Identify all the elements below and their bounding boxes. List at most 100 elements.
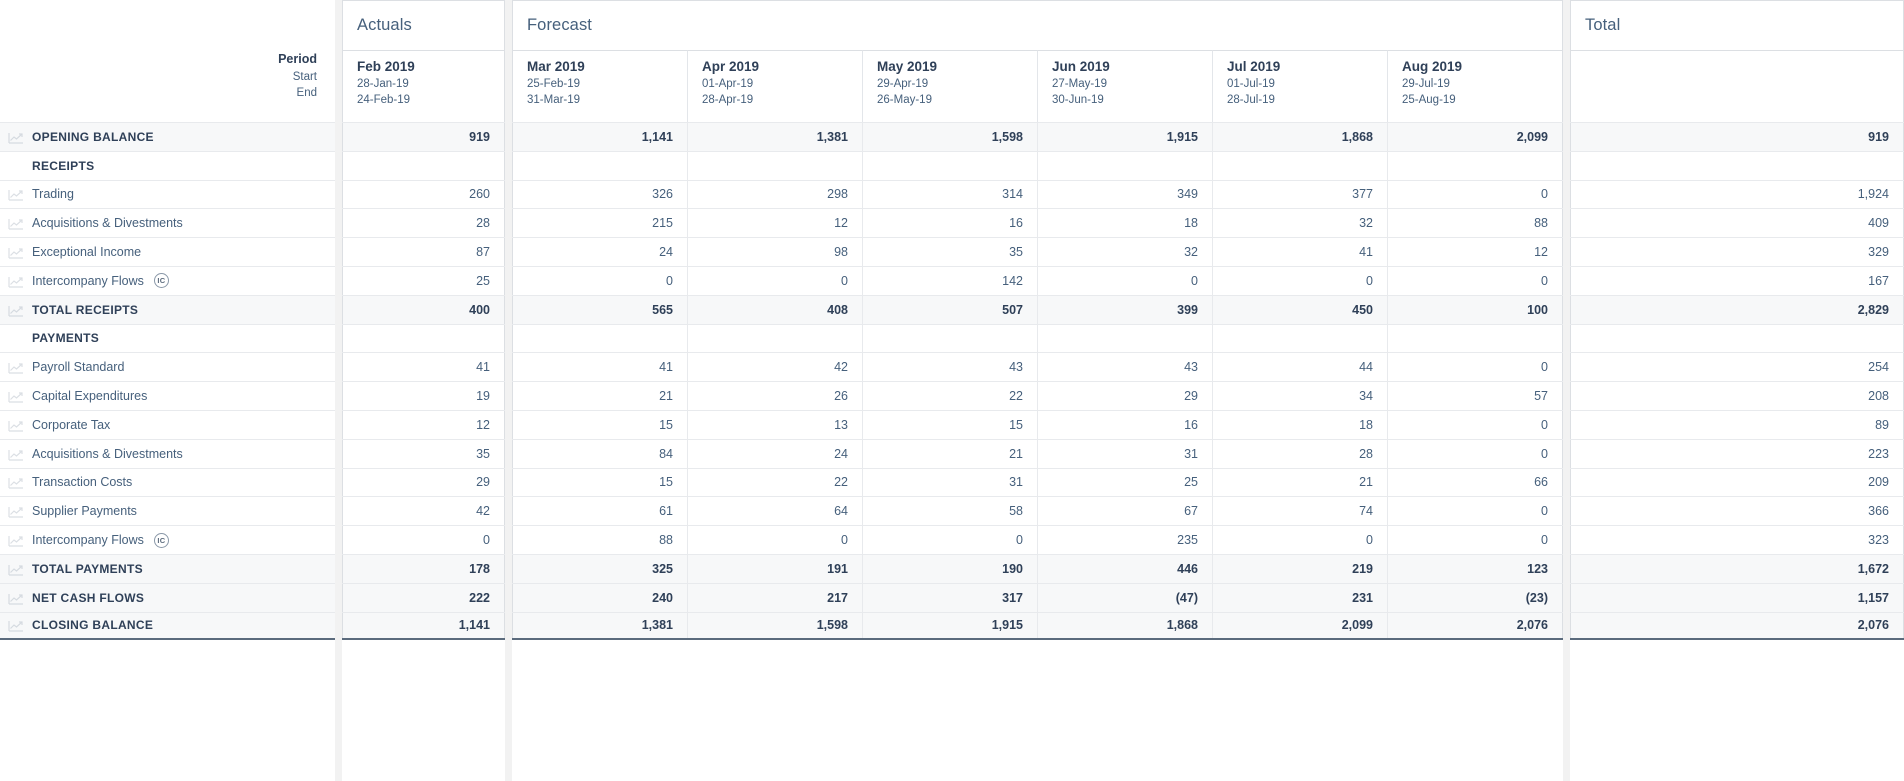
value-cell[interactable] bbox=[1212, 151, 1387, 180]
value-cell[interactable]: 66 bbox=[1387, 468, 1563, 497]
value-cell[interactable]: 208 bbox=[1570, 382, 1904, 410]
value-cell[interactable]: 235 bbox=[1037, 526, 1212, 554]
value-cell[interactable]: 64 bbox=[687, 497, 862, 526]
table-row-label[interactable]: Exceptional Income bbox=[0, 237, 335, 266]
value-cell[interactable]: 0 bbox=[1387, 266, 1563, 295]
value-cell[interactable]: 1,381 bbox=[687, 123, 862, 151]
value-cell[interactable]: 399 bbox=[1037, 295, 1212, 324]
value-cell[interactable] bbox=[1212, 324, 1387, 353]
value-cell[interactable]: 2,099 bbox=[1387, 123, 1563, 151]
value-cell[interactable]: 16 bbox=[1037, 410, 1212, 439]
trend-line-icon[interactable] bbox=[8, 534, 24, 547]
value-cell[interactable]: 41 bbox=[342, 353, 505, 382]
value-cell[interactable]: 1,598 bbox=[862, 123, 1037, 151]
value-cell[interactable]: 32 bbox=[1212, 209, 1387, 238]
value-cell[interactable]: 565 bbox=[512, 295, 687, 324]
value-cell[interactable]: 25 bbox=[1037, 468, 1212, 497]
value-cell[interactable] bbox=[342, 324, 505, 353]
period-header-forecast-2[interactable]: May 2019 29-Apr-19 26-May-19 bbox=[862, 50, 1037, 122]
value-cell[interactable]: 408 bbox=[687, 295, 862, 324]
table-row-label[interactable]: TOTAL PAYMENTS bbox=[0, 553, 335, 583]
value-cell[interactable]: 209 bbox=[1570, 468, 1904, 497]
value-cell[interactable]: 84 bbox=[512, 439, 687, 468]
value-cell[interactable]: 0 bbox=[1387, 353, 1563, 382]
value-cell[interactable]: 2,099 bbox=[1212, 612, 1387, 639]
value-cell[interactable]: 32 bbox=[1037, 238, 1212, 266]
value-cell[interactable]: 219 bbox=[1212, 554, 1387, 583]
value-cell[interactable]: 1,924 bbox=[1570, 180, 1904, 209]
trend-line-icon[interactable] bbox=[8, 563, 24, 576]
value-cell[interactable] bbox=[862, 324, 1037, 353]
value-cell[interactable] bbox=[1387, 151, 1563, 180]
value-cell[interactable]: 100 bbox=[1387, 295, 1563, 324]
value-cell[interactable]: 0 bbox=[1037, 266, 1212, 295]
value-cell[interactable]: 1,868 bbox=[1212, 123, 1387, 151]
value-cell[interactable]: 231 bbox=[1212, 583, 1387, 612]
table-row-label[interactable]: Supplier Payments bbox=[0, 496, 335, 525]
value-cell[interactable] bbox=[1037, 324, 1212, 353]
value-cell[interactable]: 254 bbox=[1570, 353, 1904, 382]
value-cell[interactable]: 21 bbox=[1212, 468, 1387, 497]
value-cell[interactable] bbox=[512, 151, 687, 180]
period-header-total-0[interactable] bbox=[1570, 50, 1904, 122]
value-cell[interactable]: 12 bbox=[342, 410, 505, 439]
period-header-actuals-0[interactable]: Feb 2019 28-Jan-19 24-Feb-19 bbox=[342, 50, 505, 122]
value-cell[interactable]: 0 bbox=[1212, 526, 1387, 554]
value-cell[interactable]: 31 bbox=[862, 468, 1037, 497]
value-cell[interactable]: 223 bbox=[1570, 439, 1904, 468]
trend-line-icon[interactable] bbox=[8, 361, 24, 374]
value-cell[interactable]: 314 bbox=[862, 180, 1037, 209]
value-cell[interactable]: 18 bbox=[1037, 209, 1212, 238]
period-header-forecast-0[interactable]: Mar 2019 25-Feb-19 31-Mar-19 bbox=[512, 50, 687, 122]
trend-line-icon[interactable] bbox=[8, 592, 24, 605]
value-cell[interactable] bbox=[862, 151, 1037, 180]
value-cell[interactable]: 0 bbox=[342, 526, 505, 554]
value-cell[interactable]: 2,829 bbox=[1570, 295, 1904, 324]
table-row-label[interactable]: CLOSING BALANCE bbox=[0, 611, 335, 641]
value-cell[interactable]: 260 bbox=[342, 180, 505, 209]
value-cell[interactable]: 0 bbox=[1212, 266, 1387, 295]
value-cell[interactable]: 1,868 bbox=[1037, 612, 1212, 639]
value-cell[interactable]: 34 bbox=[1212, 382, 1387, 410]
value-cell[interactable]: 326 bbox=[512, 180, 687, 209]
table-row-label[interactable]: PAYMENTS bbox=[0, 323, 335, 353]
period-header-forecast-3[interactable]: Jun 2019 27-May-19 30-Jun-19 bbox=[1037, 50, 1212, 122]
value-cell[interactable]: 0 bbox=[862, 526, 1037, 554]
table-row-label[interactable]: RECEIPTS bbox=[0, 150, 335, 180]
value-cell[interactable] bbox=[512, 324, 687, 353]
value-cell[interactable]: 28 bbox=[342, 209, 505, 238]
value-cell[interactable]: 15 bbox=[512, 468, 687, 497]
value-cell[interactable]: 0 bbox=[1387, 526, 1563, 554]
trend-line-icon[interactable] bbox=[8, 619, 24, 633]
value-cell[interactable]: 29 bbox=[342, 468, 505, 497]
table-row-label[interactable]: NET CASH FLOWS bbox=[0, 582, 335, 612]
value-cell[interactable]: 41 bbox=[1212, 238, 1387, 266]
value-cell[interactable] bbox=[687, 151, 862, 180]
value-cell[interactable]: (23) bbox=[1387, 583, 1563, 612]
value-cell[interactable]: 409 bbox=[1570, 209, 1904, 238]
value-cell[interactable]: 44 bbox=[1212, 353, 1387, 382]
table-row-label[interactable]: TOTAL RECEIPTS bbox=[0, 294, 335, 324]
value-cell[interactable]: 217 bbox=[687, 583, 862, 612]
value-cell[interactable]: 317 bbox=[862, 583, 1037, 612]
period-header-forecast-1[interactable]: Apr 2019 01-Apr-19 28-Apr-19 bbox=[687, 50, 862, 122]
value-cell[interactable]: 26 bbox=[687, 382, 862, 410]
table-row-label[interactable]: OPENING BALANCE bbox=[0, 122, 335, 151]
value-cell[interactable] bbox=[342, 151, 505, 180]
value-cell[interactable]: (47) bbox=[1037, 583, 1212, 612]
value-cell[interactable]: 298 bbox=[687, 180, 862, 209]
value-cell[interactable]: 1,672 bbox=[1570, 554, 1904, 583]
value-cell[interactable]: 12 bbox=[687, 209, 862, 238]
trend-line-icon[interactable] bbox=[8, 275, 24, 288]
trend-line-icon[interactable] bbox=[8, 390, 24, 403]
value-cell[interactable]: 19 bbox=[342, 382, 505, 410]
value-cell[interactable]: 377 bbox=[1212, 180, 1387, 209]
value-cell[interactable]: 1,915 bbox=[1037, 123, 1212, 151]
value-cell[interactable]: 88 bbox=[1387, 209, 1563, 238]
value-cell[interactable]: 323 bbox=[1570, 526, 1904, 554]
value-cell[interactable]: 43 bbox=[862, 353, 1037, 382]
trend-line-icon[interactable] bbox=[8, 419, 24, 432]
value-cell[interactable]: 89 bbox=[1570, 410, 1904, 439]
value-cell[interactable]: 1,598 bbox=[687, 612, 862, 639]
table-row-label[interactable]: Acquisitions & Divestments bbox=[0, 438, 335, 468]
